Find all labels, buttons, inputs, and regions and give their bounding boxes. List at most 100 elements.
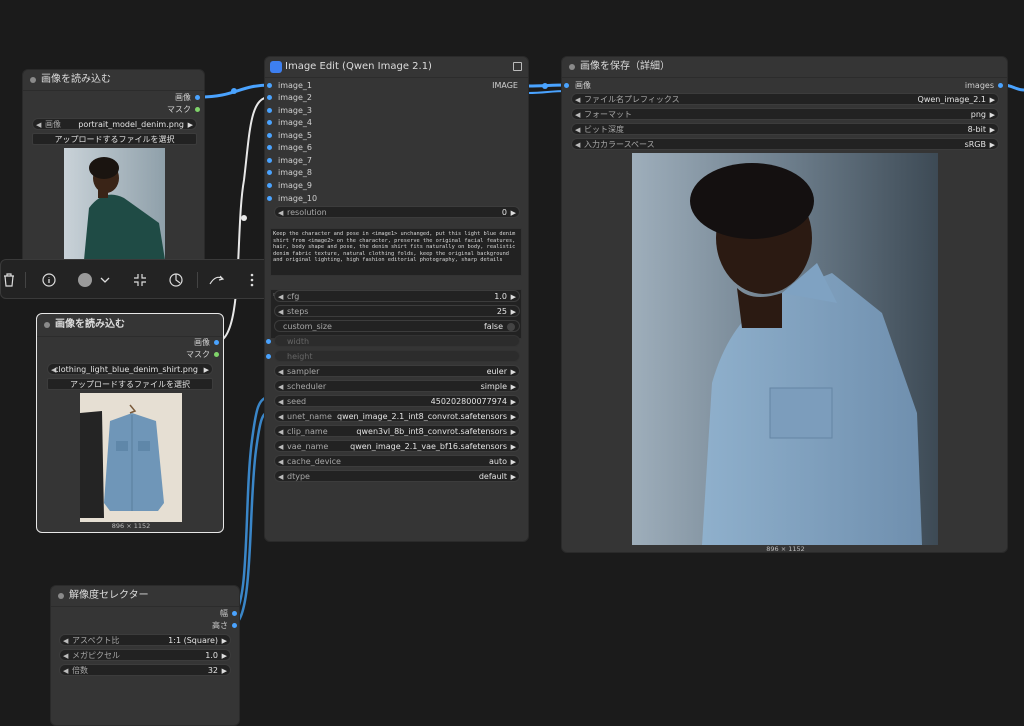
input-image-5[interactable]: image_5 (267, 130, 312, 142)
arrow-left-icon[interactable]: ◀ (575, 109, 580, 119)
slot-dot[interactable] (998, 83, 1003, 88)
collapse-dot-icon[interactable] (58, 593, 64, 599)
slot-dot[interactable] (267, 170, 272, 175)
arrow-left-icon[interactable]: ◀ (278, 207, 283, 217)
arrow-right-icon[interactable]: ▶ (990, 124, 995, 134)
output-mask-slot[interactable]: マスク (186, 349, 219, 361)
input-slot-dot[interactable] (266, 354, 271, 359)
scheduler-widget[interactable]: ◀ scheduler simple ▶ (274, 380, 520, 392)
arrow-left-icon[interactable]: ◀ (278, 306, 283, 316)
arrow-right-icon[interactable]: ▶ (188, 119, 193, 129)
cfg-widget[interactable]: ◀ cfg 1.0 ▶ (274, 290, 520, 302)
arrow-right-icon[interactable]: ▶ (511, 306, 516, 316)
input-image-slot[interactable]: 画像 (564, 80, 591, 92)
slot-dot[interactable] (232, 623, 237, 628)
seed-widget[interactable]: ◀ seed 450202800077974 ▶ (274, 395, 520, 407)
expand-icon[interactable] (513, 62, 522, 71)
slot-dot[interactable] (564, 83, 569, 88)
arrow-right-icon[interactable]: ▶ (990, 139, 995, 149)
slot-dot[interactable] (267, 108, 272, 113)
prompt-textarea[interactable]: Keep the character and pose in <image1> … (270, 228, 522, 276)
slot-dot[interactable] (195, 107, 200, 112)
arrow-left-icon[interactable]: ◀ (278, 426, 283, 436)
arrow-left-icon[interactable]: ◀ (63, 635, 68, 645)
save-option-1[interactable]: ◀ フォーマット png ▶ (571, 108, 999, 120)
more-icon[interactable] (244, 260, 260, 300)
arrow-right-icon[interactable]: ▶ (511, 381, 516, 391)
image-file-select[interactable]: ◀ clothing_light_blue_denim_shirt.png ▶ (47, 363, 213, 375)
input-image-1[interactable]: image_1 (267, 80, 312, 92)
info-icon[interactable] (39, 260, 59, 300)
output-width-slot[interactable]: 幅 (220, 608, 237, 620)
arrow-left-icon[interactable]: ◀ (278, 471, 283, 481)
arrow-right-icon[interactable]: ▶ (511, 456, 516, 466)
upload-button[interactable]: アップロードするファイルを選択 (47, 378, 213, 390)
arrow-left-icon[interactable]: ◀ (278, 396, 283, 406)
slot-dot[interactable] (214, 352, 219, 357)
color-picker-button[interactable] (75, 260, 113, 300)
arrow-right-icon[interactable]: ▶ (222, 635, 227, 645)
custom-size-widget[interactable]: ◀custom_sizefalse (274, 320, 520, 332)
save-option-3[interactable]: ◀ 入力カラースペース sRGB ▶ (571, 138, 999, 150)
save-image-node[interactable]: 画像を保存（詳細） 画像 images ◀ ファイル名プレフィックス Qwen_im… (561, 56, 1008, 553)
arrow-left-icon[interactable]: ◀ (278, 381, 283, 391)
output-image-slot[interactable]: 画像 (175, 92, 200, 104)
output-image-slot[interactable]: IMAGE (492, 80, 518, 92)
slot-dot[interactable] (267, 145, 272, 150)
arrow-right-icon[interactable]: ▶ (511, 426, 516, 436)
resolution-option-2[interactable]: ◀ 倍数 32 ▶ (59, 664, 231, 676)
slot-dot[interactable] (195, 95, 200, 100)
arrow-right-icon[interactable]: ▶ (990, 94, 995, 104)
save-option-0[interactable]: ◀ ファイル名プレフィックス Qwen_image_2.1 ▶ (571, 93, 999, 105)
arrow-right-icon[interactable]: ▶ (511, 441, 516, 451)
input-slot-dot[interactable] (266, 339, 271, 344)
input-image-10[interactable]: image_10 (267, 193, 317, 205)
slot-dot[interactable] (267, 183, 272, 188)
save-option-2[interactable]: ◀ ビット深度 8-bit ▶ (571, 123, 999, 135)
arrow-right-icon[interactable]: ▶ (511, 411, 516, 421)
height-widget[interactable]: height (266, 350, 520, 362)
input-image-2[interactable]: image_2 (267, 92, 312, 104)
arrow-right-icon[interactable]: ▶ (204, 364, 209, 374)
palette-icon[interactable] (165, 260, 187, 300)
width-widget[interactable]: width (266, 335, 520, 347)
input-image-7[interactable]: image_7 (267, 155, 312, 167)
input-image-6[interactable]: image_6 (267, 142, 312, 154)
arrow-left-icon[interactable]: ◀ (278, 456, 283, 466)
arrow-left-icon[interactable]: ◀ (63, 650, 68, 660)
arrow-left-icon[interactable]: ◀ (278, 441, 283, 451)
load-image-node-1[interactable]: 画像を読み込む 画像 マスク ◀ 画像 portrait_model_denim… (22, 69, 205, 269)
output-mask-slot[interactable]: マスク (167, 104, 200, 116)
resolution-option-0[interactable]: ◀ アスペクト比 1:1 (Square) ▶ (59, 634, 231, 646)
arrow-right-icon[interactable]: ▶ (222, 650, 227, 660)
clip-name-widget[interactable]: ◀ clip_name qwen3vl_8b_int8_convrot.safete… (274, 425, 520, 437)
arrow-right-icon[interactable]: ▶ (222, 665, 227, 675)
collapse-dot-icon[interactable] (30, 77, 36, 83)
slot-dot[interactable] (267, 196, 272, 201)
arrow-right-icon[interactable]: ▶ (990, 109, 995, 119)
sampler-widget[interactable]: ◀ sampler euler ▶ (274, 365, 520, 377)
resolution-option-1[interactable]: ◀ メガピクセル 1.0 ▶ (59, 649, 231, 661)
arrow-left-icon[interactable]: ◀ (36, 119, 41, 129)
arrow-left-icon[interactable]: ◀ (278, 411, 283, 421)
slot-dot[interactable] (267, 133, 272, 138)
input-image-9[interactable]: image_9 (267, 180, 312, 192)
arrow-right-icon[interactable]: ▶ (511, 366, 516, 376)
bypass-icon[interactable] (206, 260, 228, 300)
arrow-left-icon[interactable]: ◀ (575, 124, 580, 134)
dtype-widget[interactable]: ◀ dtype default ▶ (274, 470, 520, 482)
resolution-widget[interactable]: ◀ resolution 0 ▶ (274, 206, 520, 218)
slot-dot[interactable] (232, 611, 237, 616)
output-height-slot[interactable]: 高さ (212, 620, 237, 632)
slot-dot[interactable] (267, 95, 272, 100)
resolution-selector-node[interactable]: 解像度セレクター 幅 高さ ◀ アスペクト比 1:1 (Square) ▶ ◀ メガピクセ… (50, 585, 240, 726)
output-image-slot[interactable]: 画像 (194, 337, 219, 349)
arrow-left-icon[interactable]: ◀ (575, 139, 580, 149)
load-image-node-2[interactable]: 画像を読み込む 画像 マスク ◀ clothing_light_blue_den… (36, 313, 224, 533)
unet-name-widget[interactable]: ◀ unet_name qwen_image_2.1_int8_convrot.sa… (274, 410, 520, 422)
arrow-left-icon[interactable]: ◀ (63, 665, 68, 675)
slot-dot[interactable] (214, 340, 219, 345)
input-image-3[interactable]: image_3 (267, 105, 312, 117)
cache-device-widget[interactable]: ◀ cache_device auto ▶ (274, 455, 520, 467)
arrow-left-icon[interactable]: ◀ (575, 94, 580, 104)
